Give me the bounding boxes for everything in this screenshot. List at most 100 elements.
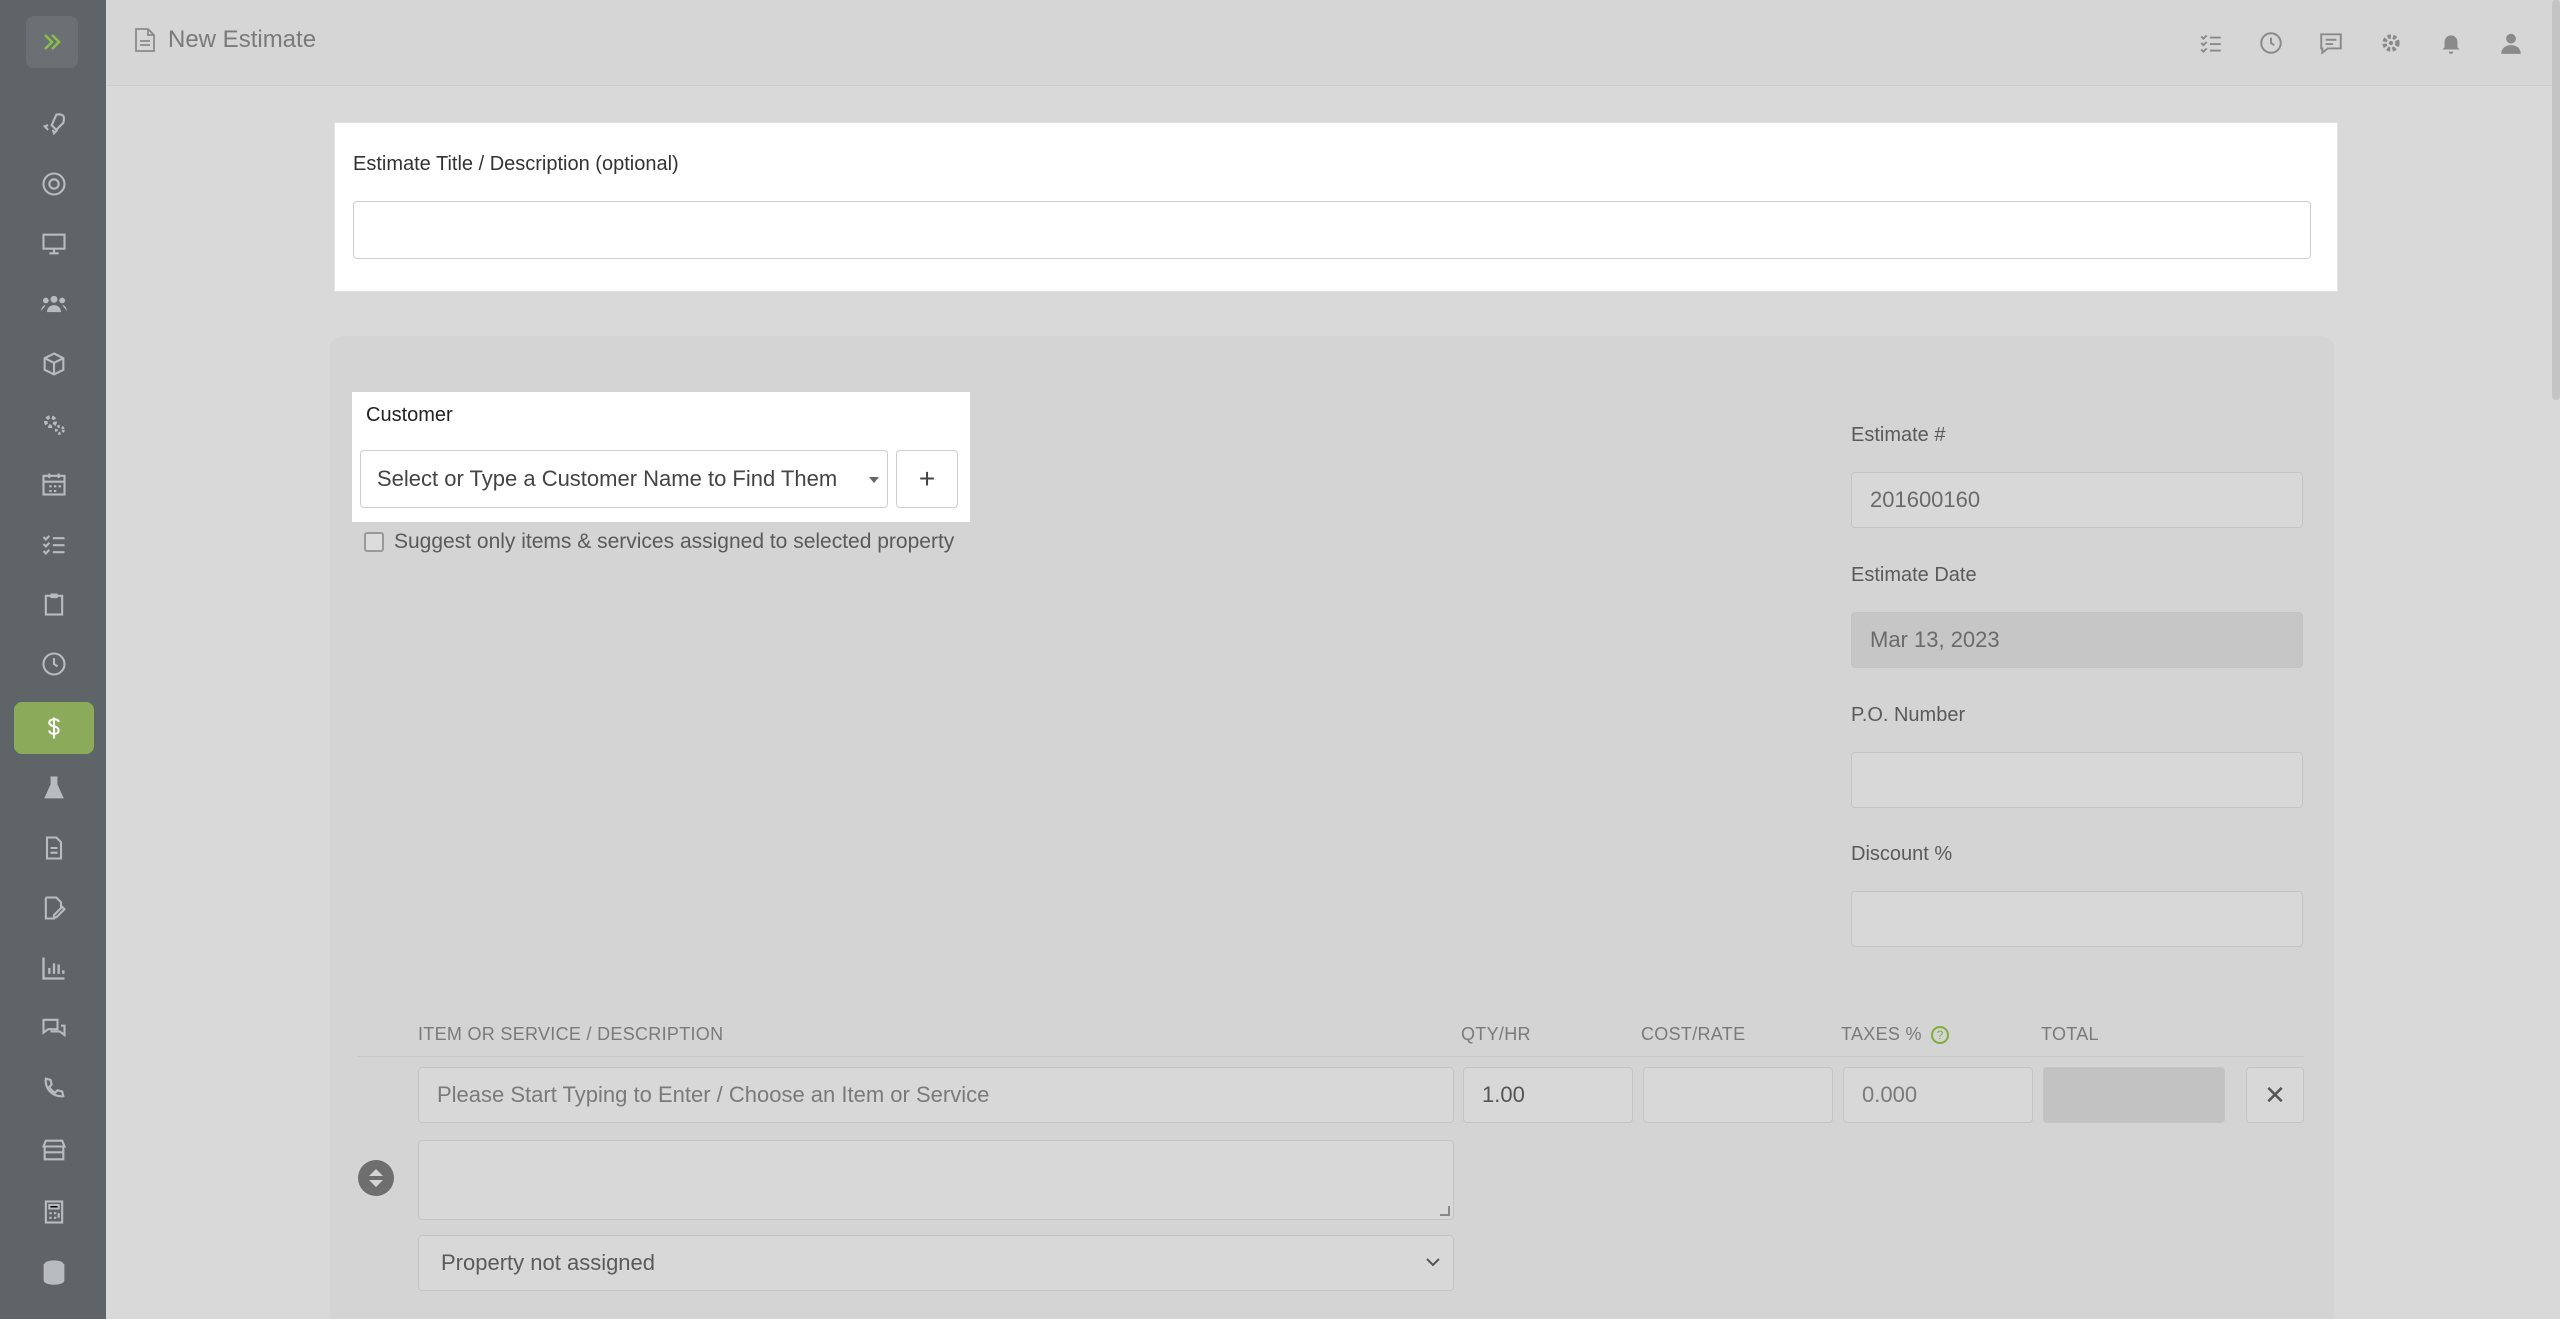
sort-handle-icon[interactable] <box>358 1160 394 1196</box>
list-icon <box>42 535 65 555</box>
estimate-date-label: Estimate Date <box>1851 564 1977 586</box>
dollar-icon <box>48 717 60 739</box>
list-check-icon <box>2200 34 2221 54</box>
column-header-total: TOTAL <box>2041 1024 2099 1044</box>
lifebuoy-icon <box>42 172 66 196</box>
monitor-icon <box>42 233 66 255</box>
customer-select-placeholder: Select or Type a Customer Name to Find T… <box>377 466 838 491</box>
po-number-label: P.O. Number <box>1851 704 1966 726</box>
calendar-icon <box>42 473 66 496</box>
sidebar-item-support[interactable] <box>14 158 94 210</box>
sidebar <box>0 0 106 1319</box>
gear-icon <box>2382 34 2400 52</box>
bell-icon <box>2442 35 2460 54</box>
clock-icon <box>42 652 66 676</box>
estimate-number-input[interactable]: 201600160 <box>1851 472 2303 528</box>
sidebar-item-contracts[interactable] <box>14 882 94 934</box>
profile-button[interactable] <box>2496 28 2526 58</box>
document-icon <box>135 28 155 52</box>
comment-icon <box>2320 33 2342 55</box>
column-header-taxes: TAXES % ? <box>1841 1024 1950 1045</box>
notifications-button[interactable] <box>2436 28 2466 58</box>
resize-handle-icon[interactable] <box>1440 1206 1450 1216</box>
sidebar-item-messages[interactable] <box>14 1002 94 1054</box>
sidebar-toggle-button[interactable] <box>26 16 78 68</box>
suggest-items-row: Suggest only items & services assigned t… <box>364 530 954 554</box>
column-header-taxes-text: TAXES % <box>1841 1024 1922 1044</box>
page-title: New Estimate <box>134 26 316 54</box>
column-header-qty: QTY/HR <box>1461 1024 1531 1044</box>
sidebar-item-documents[interactable] <box>14 822 94 874</box>
item-description-textarea[interactable] <box>418 1140 1454 1220</box>
estimate-title-input[interactable] <box>353 201 2311 259</box>
help-icon[interactable]: ? <box>1931 1026 1950 1045</box>
history-button[interactable] <box>2256 28 2286 58</box>
clipboard-icon <box>44 593 64 616</box>
sidebar-item-time[interactable] <box>14 638 94 690</box>
sidebar-item-dashboard[interactable] <box>14 98 94 150</box>
table-divider <box>358 1056 2304 1057</box>
sidebar-item-tasks[interactable] <box>14 518 94 570</box>
column-header-item: ITEM OR SERVICE / DESCRIPTION <box>418 1024 724 1044</box>
suggest-items-checkbox[interactable] <box>364 532 384 552</box>
store-icon <box>41 1139 67 1161</box>
sidebar-item-calendar[interactable] <box>14 458 94 510</box>
property-select[interactable]: Property not assigned <box>418 1235 1454 1291</box>
estimate-title-label: Estimate Title / Description (optional) <box>353 153 679 175</box>
estimate-number-label: Estimate # <box>1851 424 1946 446</box>
total-output <box>2043 1067 2225 1123</box>
messages-button[interactable] <box>2316 28 2346 58</box>
clock-icon <box>2260 32 2282 54</box>
suggest-items-label[interactable]: Suggest only items & services assigned t… <box>394 530 954 554</box>
page-scrollbar[interactable] <box>2552 0 2560 400</box>
user-icon <box>2501 33 2521 54</box>
chart-icon <box>42 957 65 980</box>
customer-select[interactable]: Select or Type a Customer Name to Find T… <box>360 450 888 508</box>
sidebar-item-clipboard[interactable] <box>14 578 94 630</box>
database-icon <box>43 1260 65 1285</box>
top-icons <box>2196 28 2526 58</box>
rocket-icon <box>42 113 65 136</box>
sidebar-item-customers[interactable] <box>14 278 94 330</box>
double-chevron-right-icon <box>44 34 61 50</box>
remove-row-button[interactable]: ✕ <box>2246 1067 2304 1123</box>
property-select-value: Property not assigned <box>441 1250 656 1275</box>
customer-section: Customer Select or Type a Customer Name … <box>352 392 970 522</box>
discount-label: Discount % <box>1851 843 1953 865</box>
column-header-cost: COST/RATE <box>1641 1024 1746 1044</box>
sort-arrows-icon <box>369 1169 383 1187</box>
calculator-icon <box>44 1200 64 1224</box>
sidebar-item-lab[interactable] <box>14 762 94 814</box>
sidebar-item-calls[interactable] <box>14 1062 94 1114</box>
tasks-button[interactable] <box>2196 28 2226 58</box>
sidebar-item-reports[interactable] <box>14 942 94 994</box>
po-number-input[interactable] <box>1851 752 2303 808</box>
users-icon <box>41 295 67 313</box>
document-icon <box>45 836 63 860</box>
sidebar-item-estimates[interactable] <box>14 702 94 754</box>
item-service-input[interactable]: Please Start Typing to Enter / Choose an… <box>418 1067 1454 1123</box>
sidebar-item-database[interactable] <box>14 1246 94 1298</box>
estimate-title-card: Estimate Title / Description (optional) <box>334 122 2338 292</box>
page-title-text: New Estimate <box>168 26 317 53</box>
gears-icon <box>44 415 65 435</box>
sidebar-item-settings[interactable] <box>14 398 94 450</box>
signature-icon <box>44 896 66 920</box>
sidebar-item-inventory[interactable] <box>14 338 94 390</box>
caret-down-icon <box>869 477 879 483</box>
flask-icon <box>44 776 64 799</box>
taxes-input[interactable]: 0.000 <box>1843 1067 2033 1123</box>
qty-input[interactable]: 1.00 <box>1463 1067 1633 1123</box>
sidebar-item-calculator[interactable] <box>14 1186 94 1238</box>
cost-input[interactable] <box>1643 1067 1833 1123</box>
top-bar: New Estimate <box>106 0 2560 86</box>
sidebar-item-monitor[interactable] <box>14 218 94 270</box>
sidebar-item-store[interactable] <box>14 1124 94 1176</box>
discount-input[interactable] <box>1851 891 2303 947</box>
settings-button[interactable] <box>2376 28 2406 58</box>
phone-icon <box>44 1077 65 1098</box>
customer-label: Customer <box>366 404 453 426</box>
box-icon <box>43 352 65 376</box>
estimate-date-input[interactable]: Mar 13, 2023 <box>1851 612 2303 668</box>
add-customer-button[interactable]: + <box>896 450 958 508</box>
